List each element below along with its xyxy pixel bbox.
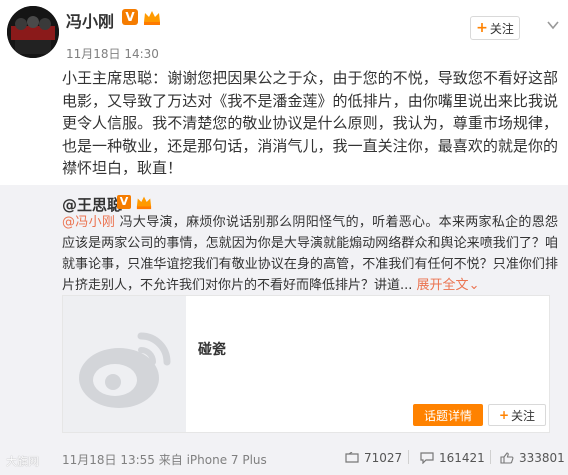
comment-count-value: 161421 (439, 451, 485, 465)
repost-tail: 讲道... (374, 278, 417, 293)
verified-v-icon: V (117, 195, 131, 209)
chevron-down-icon: ⌄ (468, 278, 480, 293)
divider (490, 450, 491, 464)
thumbs-up-icon (500, 452, 514, 464)
topic-detail-button[interactable]: 话题详情 (413, 404, 483, 426)
expand-full-link[interactable]: 展开全文⌄ (417, 278, 480, 293)
plus-icon: + (476, 20, 488, 36)
card-title: 碰瓷 (198, 342, 226, 358)
verified-v-icon: V (122, 9, 138, 25)
post-timestamp: 11月18日 14:30 (66, 47, 159, 61)
card-follow-label: 关注 (511, 408, 536, 423)
card-follow-button[interactable]: + 关注 (488, 404, 546, 426)
repost-meta: 11月18日 13:55 来自 iPhone 7 Plus (62, 453, 267, 467)
repost-text: @冯小刚 冯大导演，麻烦你说话别那么阴阳怪气的，听着恶心。本来两家私企的恩怨应该… (62, 212, 558, 296)
watermark: 大旗网 (6, 455, 39, 468)
comment-count[interactable]: 161421 (420, 451, 485, 465)
follow-button[interactable]: + 关注 (470, 16, 520, 40)
comment-icon (420, 452, 434, 464)
plus-icon: + (498, 408, 510, 422)
repost-count[interactable]: 71027 (345, 451, 402, 465)
vip-crown-icon (136, 196, 152, 210)
chevron-down-icon[interactable] (546, 18, 560, 32)
follow-label: 关注 (489, 21, 514, 36)
like-count[interactable]: 333801 (500, 451, 565, 465)
vip-crown-icon (144, 11, 160, 25)
repost-count-value: 71027 (364, 451, 403, 465)
author-name[interactable]: 冯小刚 (66, 8, 114, 32)
mention-link[interactable]: @冯小刚 (62, 215, 115, 230)
like-count-value: 333801 (519, 451, 565, 465)
repost-block: @王思聪 V @冯小刚 冯大导演，麻烦你说话别那么阴阳怪气的，听着恶心。本来两家… (0, 185, 568, 475)
topic-card[interactable]: 碰瓷 话题详情 + 关注 (62, 295, 550, 433)
weibo-logo-image (63, 296, 186, 432)
divider (408, 450, 409, 464)
original-post: 冯小刚 V 11月18日 14:30 + 关注 小王主席思聪：谢谢您把因果公之于… (0, 0, 568, 185)
repost-icon (345, 452, 359, 463)
repost-body: 冯大导演，麻烦你说话别那么阴阳怪气的，听着恶心。本来两家私企的恩怨应该是两家公司… (62, 215, 558, 293)
author-avatar[interactable] (7, 6, 59, 58)
post-text: 小王主席思聪：谢谢您把因果公之于众，由于您的不悦，导致您不看好这部电影，又导致了… (62, 69, 558, 177)
expand-full-label: 展开全文 (416, 278, 469, 293)
